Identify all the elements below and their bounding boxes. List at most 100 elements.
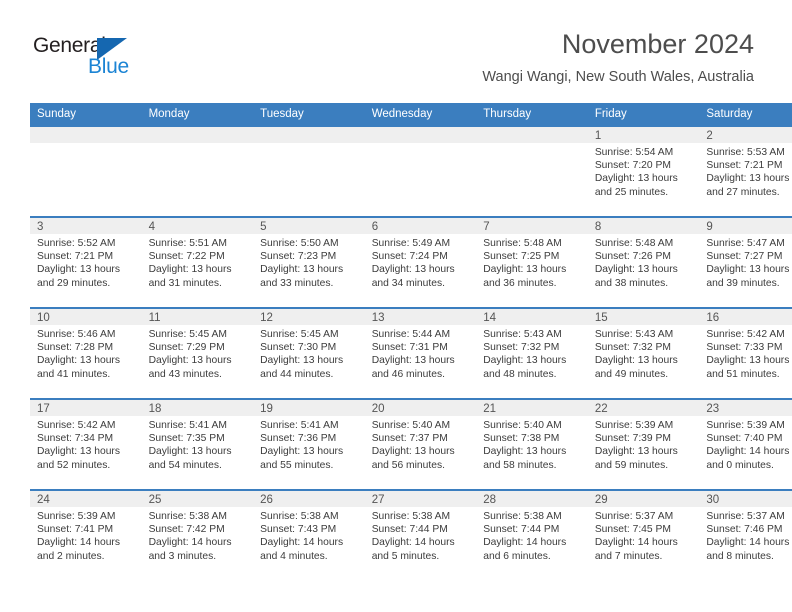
calendar-day-cell[interactable]: 1 Sunrise: 5:54 AM Sunset: 7:20 PM Daylight… <box>587 125 700 217</box>
calendar-day-cell[interactable]: 2 Sunrise: 5:53 AM Sunset: 7:21 PM Daylight… <box>699 125 792 217</box>
sunrise-text: Sunrise: 5:41 AM <box>260 420 339 431</box>
calendar-day-cell[interactable]: 13 Sunrise: 5:44 AM Sunset: 7:31 PM Dayligh… <box>364 307 477 399</box>
daylight-text-line2: and 58 minutes. <box>483 459 557 471</box>
sunrise-text: Sunrise: 5:42 AM <box>706 329 785 340</box>
daylight-text-line2: and 29 minutes. <box>37 277 111 289</box>
day-details: Sunrise: 5:45 AM Sunset: 7:30 PM Daylight:… <box>253 325 365 381</box>
daylight-text-line1: Daylight: 13 hours <box>371 355 455 367</box>
daylight-text-line2: and 55 minutes. <box>260 459 334 471</box>
calendar-day-cell[interactable]: 19 Sunrise: 5:41 AM Sunset: 7:36 PM Dayligh… <box>253 398 365 490</box>
day-details <box>253 143 365 146</box>
day-details: Sunrise: 5:54 AM Sunset: 7:20 PM Daylight:… <box>588 143 700 199</box>
daylight-text-line1: Daylight: 13 hours <box>483 355 567 367</box>
sunrise-text: Sunrise: 5:38 AM <box>148 511 227 522</box>
calendar-day-cell-empty <box>141 125 254 217</box>
calendar-day-cell[interactable]: 6 Sunrise: 5:49 AM Sunset: 7:24 PM Daylight… <box>364 216 477 308</box>
calendar-day-cell[interactable]: 12 Sunrise: 5:45 AM Sunset: 7:30 PM Dayligh… <box>253 307 365 399</box>
calendar-day-cell[interactable]: 26 Sunrise: 5:38 AM Sunset: 7:43 PM Dayligh… <box>253 489 365 580</box>
daylight-text-line1: Daylight: 14 hours <box>706 446 790 458</box>
calendar-week-row: 3 Sunrise: 5:52 AM Sunset: 7:21 PM Daylight… <box>30 216 792 308</box>
sunrise-text: Sunrise: 5:41 AM <box>148 420 227 431</box>
calendar-day-cell[interactable]: 27 Sunrise: 5:38 AM Sunset: 7:44 PM Dayligh… <box>364 489 477 580</box>
weekday-header-thursday: Thursday <box>476 103 588 126</box>
daylight-text-line1: Daylight: 13 hours <box>483 264 567 276</box>
day-number <box>30 127 142 143</box>
calendar-day-cell[interactable]: 3 Sunrise: 5:52 AM Sunset: 7:21 PM Daylight… <box>30 216 142 308</box>
day-details: Sunrise: 5:38 AM Sunset: 7:42 PM Daylight:… <box>142 507 254 563</box>
sunset-text: Sunset: 7:27 PM <box>706 251 783 263</box>
calendar-day-cell[interactable]: 21 Sunrise: 5:40 AM Sunset: 7:38 PM Dayligh… <box>476 398 588 490</box>
daylight-text-line2: and 33 minutes. <box>260 277 334 289</box>
day-number: 22 <box>587 400 700 416</box>
calendar-day-cell[interactable]: 15 Sunrise: 5:43 AM Sunset: 7:32 PM Dayligh… <box>587 307 700 399</box>
calendar-day-cell[interactable]: 30 Sunrise: 5:37 AM Sunset: 7:46 PM Dayligh… <box>699 489 792 580</box>
weekday-header-saturday: Saturday <box>699 103 792 126</box>
page-header: General Blue November 2024 Wangi Wangi, … <box>0 0 792 103</box>
weekday-header-friday: Friday <box>587 103 700 126</box>
daylight-text-line2: and 46 minutes. <box>371 368 445 380</box>
calendar-day-cell[interactable]: 17 Sunrise: 5:42 AM Sunset: 7:34 PM Dayligh… <box>30 398 142 490</box>
sunset-text: Sunset: 7:23 PM <box>260 251 337 263</box>
calendar-day-cell[interactable]: 29 Sunrise: 5:37 AM Sunset: 7:45 PM Dayligh… <box>587 489 700 580</box>
daylight-text-line2: and 48 minutes. <box>483 368 557 380</box>
day-details <box>30 143 142 146</box>
calendar-day-cell[interactable]: 28 Sunrise: 5:38 AM Sunset: 7:44 PM Dayligh… <box>476 489 588 580</box>
sunrise-text: Sunrise: 5:39 AM <box>37 511 116 522</box>
calendar-day-cell[interactable]: 5 Sunrise: 5:50 AM Sunset: 7:23 PM Daylight… <box>253 216 365 308</box>
daylight-text-line2: and 41 minutes. <box>37 368 111 380</box>
calendar-day-cell[interactable]: 8 Sunrise: 5:48 AM Sunset: 7:26 PM Daylight… <box>587 216 700 308</box>
calendar-day-cell[interactable]: 23 Sunrise: 5:39 AM Sunset: 7:40 PM Dayligh… <box>699 398 792 490</box>
daylight-text-line1: Daylight: 14 hours <box>483 537 567 549</box>
calendar-day-cell[interactable]: 14 Sunrise: 5:43 AM Sunset: 7:32 PM Dayligh… <box>476 307 588 399</box>
sunset-text: Sunset: 7:25 PM <box>483 251 560 263</box>
day-details: Sunrise: 5:42 AM Sunset: 7:34 PM Daylight:… <box>30 416 142 472</box>
calendar-day-cell[interactable]: 11 Sunrise: 5:45 AM Sunset: 7:29 PM Dayligh… <box>141 307 254 399</box>
calendar-day-cell[interactable]: 10 Sunrise: 5:46 AM Sunset: 7:28 PM Dayligh… <box>30 307 142 399</box>
day-details <box>142 143 254 146</box>
day-number <box>253 127 365 143</box>
day-number: 19 <box>253 400 365 416</box>
calendar-week-row: 24 Sunrise: 5:39 AM Sunset: 7:41 PM Dayligh… <box>30 489 792 580</box>
sunrise-text: Sunrise: 5:38 AM <box>371 511 451 522</box>
daylight-text-line2: and 6 minutes. <box>483 550 551 562</box>
calendar-day-cell[interactable]: 9 Sunrise: 5:47 AM Sunset: 7:27 PM Daylight… <box>699 216 792 308</box>
calendar-day-cell[interactable]: 20 Sunrise: 5:40 AM Sunset: 7:37 PM Dayligh… <box>364 398 477 490</box>
calendar-day-cell-empty <box>476 125 588 217</box>
location-subtitle: Wangi Wangi, New South Wales, Australia <box>482 69 754 85</box>
daylight-text-line1: Daylight: 14 hours <box>37 537 120 549</box>
daylight-text-line2: and 34 minutes. <box>371 277 445 289</box>
calendar-day-cell[interactable]: 25 Sunrise: 5:38 AM Sunset: 7:42 PM Dayligh… <box>141 489 254 580</box>
sunset-text: Sunset: 7:31 PM <box>371 342 448 354</box>
sunrise-text: Sunrise: 5:39 AM <box>594 420 674 431</box>
sunrise-text: Sunrise: 5:50 AM <box>260 238 339 249</box>
daylight-text-line1: Daylight: 14 hours <box>594 537 678 549</box>
sunrise-text: Sunrise: 5:45 AM <box>260 329 339 340</box>
day-number: 10 <box>30 309 142 325</box>
day-details: Sunrise: 5:41 AM Sunset: 7:35 PM Daylight:… <box>142 416 254 472</box>
sunset-text: Sunset: 7:42 PM <box>148 524 225 536</box>
weekday-header-sunday: Sunday <box>30 103 142 126</box>
day-number: 16 <box>699 309 792 325</box>
day-details: Sunrise: 5:38 AM Sunset: 7:44 PM Daylight:… <box>476 507 588 563</box>
calendar-day-cell[interactable]: 24 Sunrise: 5:39 AM Sunset: 7:41 PM Dayligh… <box>30 489 142 580</box>
day-number: 7 <box>476 218 588 234</box>
daylight-text-line1: Daylight: 14 hours <box>260 537 344 549</box>
calendar-day-cell[interactable]: 7 Sunrise: 5:48 AM Sunset: 7:25 PM Daylight… <box>476 216 588 308</box>
daylight-text-line1: Daylight: 13 hours <box>706 264 790 276</box>
general-blue-logo[interactable]: General Blue <box>33 34 153 84</box>
daylight-text-line1: Daylight: 13 hours <box>260 355 344 367</box>
daylight-text-line2: and 43 minutes. <box>148 368 222 380</box>
day-details: Sunrise: 5:37 AM Sunset: 7:45 PM Daylight:… <box>588 507 700 563</box>
calendar-day-cell[interactable]: 4 Sunrise: 5:51 AM Sunset: 7:22 PM Daylight… <box>141 216 254 308</box>
daylight-text-line1: Daylight: 13 hours <box>594 355 678 367</box>
logo-text-blue: Blue <box>88 55 129 78</box>
daylight-text-line1: Daylight: 13 hours <box>594 446 678 458</box>
sunrise-text: Sunrise: 5:40 AM <box>483 420 562 431</box>
sunrise-text: Sunrise: 5:44 AM <box>371 329 451 340</box>
calendar-day-cell[interactable]: 22 Sunrise: 5:39 AM Sunset: 7:39 PM Dayligh… <box>587 398 700 490</box>
daylight-text-line2: and 54 minutes. <box>148 459 222 471</box>
calendar-day-cell[interactable]: 16 Sunrise: 5:42 AM Sunset: 7:33 PM Dayligh… <box>699 307 792 399</box>
calendar-day-cell[interactable]: 18 Sunrise: 5:41 AM Sunset: 7:35 PM Dayligh… <box>141 398 254 490</box>
daylight-text-line2: and 49 minutes. <box>594 368 669 380</box>
day-number: 9 <box>699 218 792 234</box>
